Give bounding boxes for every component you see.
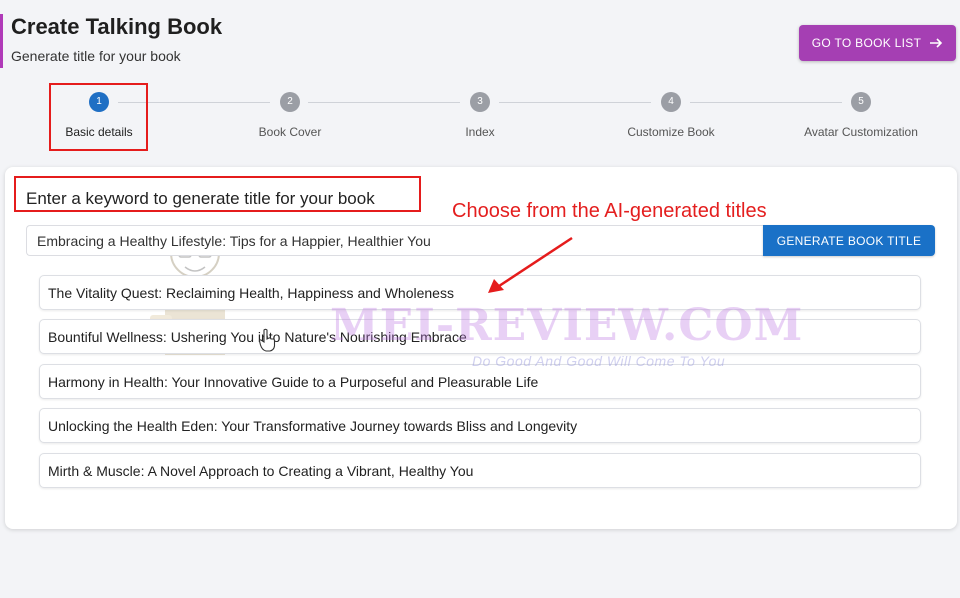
step-book-cover[interactable]: 2 Book Cover <box>210 92 370 139</box>
step-number: 3 <box>470 92 490 112</box>
arrow-right-icon <box>930 38 943 48</box>
title-option[interactable]: Mirth & Muscle: A Novel Approach to Crea… <box>39 453 921 488</box>
generate-book-title-button[interactable]: GENERATE BOOK TITLE <box>763 225 935 256</box>
title-option[interactable]: Bountiful Wellness: Ushering You into Na… <box>39 319 921 354</box>
header-accent-bar <box>0 14 3 68</box>
title-option[interactable]: Unlocking the Health Eden: Your Transfor… <box>39 408 921 443</box>
step-avatar-customization[interactable]: 5 Avatar Customization <box>781 92 941 139</box>
step-customize-book[interactable]: 4 Customize Book <box>591 92 751 139</box>
step-label: Avatar Customization <box>804 125 918 139</box>
annotation-callout: Choose from the AI-generated titles <box>452 200 767 222</box>
keyword-prompt-label: Enter a keyword to generate title for yo… <box>26 189 375 208</box>
step-label: Book Cover <box>258 125 322 139</box>
page-subtitle: Generate title for your book <box>11 48 181 64</box>
go-to-book-list-label: GO TO BOOK LIST <box>811 36 922 50</box>
title-option[interactable]: The Vitality Quest: Reclaiming Health, H… <box>39 275 921 310</box>
step-label: Index <box>465 125 495 139</box>
step-number: 5 <box>851 92 871 112</box>
page-title: Create Talking Book <box>11 14 223 39</box>
step-label: Basic details <box>65 125 133 139</box>
step-label: Customize Book <box>627 125 715 139</box>
go-to-book-list-button[interactable]: GO TO BOOK LIST <box>799 25 956 61</box>
step-number: 1 <box>89 92 109 112</box>
step-number: 4 <box>661 92 681 112</box>
title-option[interactable]: Harmony in Health: Your Innovative Guide… <box>39 364 921 399</box>
keyword-input[interactable] <box>26 225 763 256</box>
stepper: 1 Basic details 2 Book Cover 3 Index 4 C… <box>0 90 960 150</box>
step-number: 2 <box>280 92 300 112</box>
step-basic-details[interactable]: 1 Basic details <box>19 92 179 139</box>
step-index[interactable]: 3 Index <box>400 92 560 139</box>
